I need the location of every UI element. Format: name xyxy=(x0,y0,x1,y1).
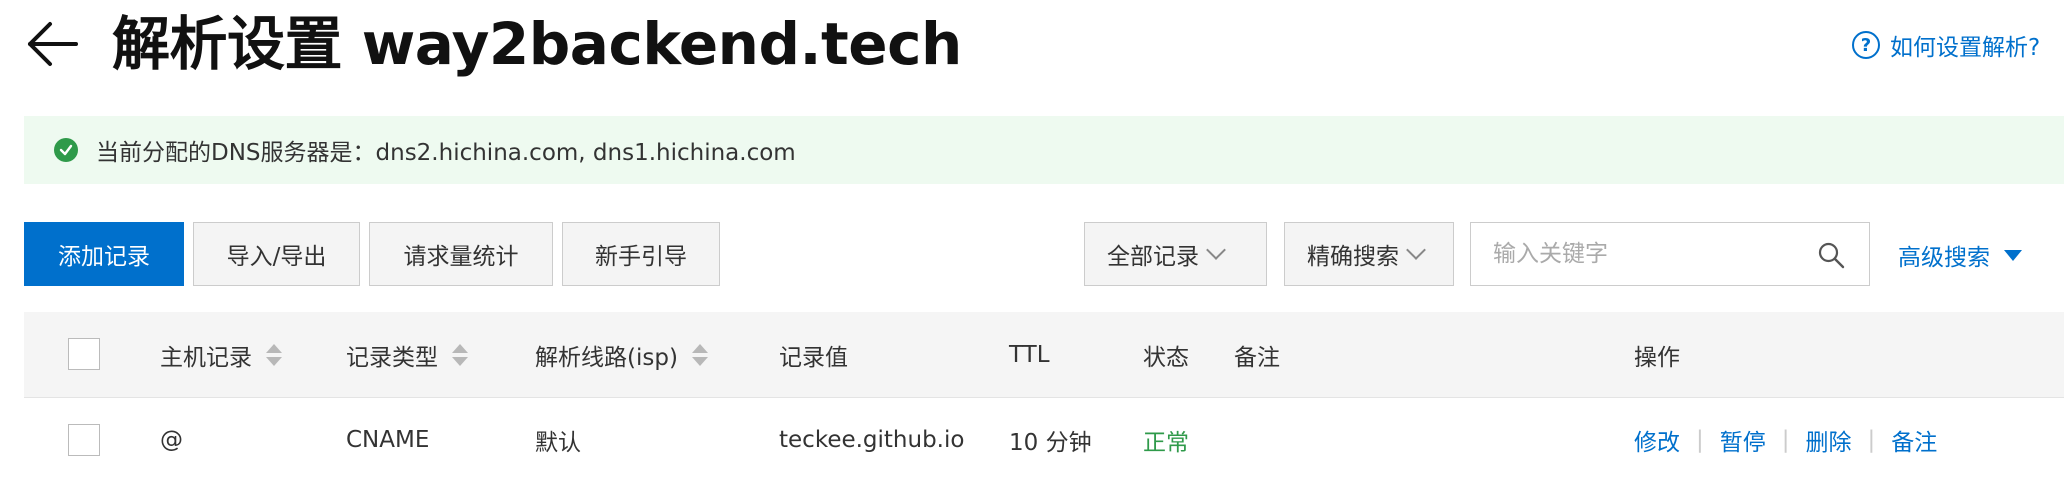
chevron-down-icon xyxy=(1406,240,1426,260)
edit-link[interactable]: 修改 xyxy=(1634,423,1680,457)
cell-host: @ xyxy=(160,427,183,453)
column-value: 记录值 xyxy=(779,345,848,371)
remark-link[interactable]: 备注 xyxy=(1891,423,1937,457)
sort-icon[interactable] xyxy=(266,344,282,366)
cell-ttl: 10 分钟 xyxy=(1009,430,1092,456)
search-icon[interactable] xyxy=(1817,241,1845,269)
advanced-search-toggle[interactable]: 高级搜索 xyxy=(1898,238,2022,272)
request-stats-button[interactable]: 请求量统计 xyxy=(369,222,553,286)
column-actions: 操作 xyxy=(1634,345,1680,371)
column-host-label: 主机记录 xyxy=(160,345,252,371)
keyword-search-input[interactable] xyxy=(1471,241,1791,267)
cell-actions: 修改 | 暂停 | 删除 | 备注 xyxy=(1634,398,1937,482)
chevron-down-icon xyxy=(1206,240,1226,260)
advanced-search-label: 高级搜索 xyxy=(1898,245,1990,271)
check-circle-icon xyxy=(54,138,78,162)
dns-notice-banner: 当前分配的DNS服务器是：dns2.hichina.com, dns1.hich… xyxy=(24,116,2064,184)
table-header: 主机记录 记录类型 解析线路(isp) 记录值 TTL 状态 备注 操作 xyxy=(24,312,2064,398)
dns-notice-text: 当前分配的DNS服务器是：dns2.hichina.com, dns1.hich… xyxy=(96,140,796,166)
help-icon: ? xyxy=(1852,31,1880,59)
back-arrow-icon[interactable] xyxy=(22,14,82,74)
cell-status: 正常 xyxy=(1143,430,1189,456)
cell-line: 默认 xyxy=(535,430,581,456)
cell-value: teckee.github.io xyxy=(779,427,965,453)
divider: | xyxy=(1867,427,1876,453)
column-remark: 备注 xyxy=(1234,345,1280,371)
search-mode-value: 精确搜索 xyxy=(1307,244,1399,270)
column-status: 状态 xyxy=(1143,345,1189,371)
select-all-checkbox[interactable] xyxy=(68,338,100,370)
keyword-search-box xyxy=(1470,222,1870,286)
page-title: 解析设置 way2backend.tech xyxy=(112,10,962,78)
search-mode-select[interactable]: 精确搜索 xyxy=(1284,222,1454,286)
help-link-label: 如何设置解析? xyxy=(1890,35,2041,61)
table-row: @ CNAME 默认 teckee.github.io 10 分钟 正常 修改 … xyxy=(24,398,2064,482)
sort-icon[interactable] xyxy=(452,344,468,366)
add-record-button[interactable]: 添加记录 xyxy=(24,222,184,286)
record-filter-value: 全部记录 xyxy=(1107,244,1199,270)
beginner-guide-button[interactable]: 新手引导 xyxy=(562,222,720,286)
help-link[interactable]: ? 如何设置解析? xyxy=(1852,28,2040,62)
column-line[interactable]: 解析线路(isp) xyxy=(535,312,708,398)
column-type-label: 记录类型 xyxy=(346,345,438,371)
column-ttl: TTL xyxy=(1009,342,1050,368)
cell-type: CNAME xyxy=(346,427,430,453)
sort-icon[interactable] xyxy=(691,344,708,366)
column-line-label: 解析线路(isp) xyxy=(535,345,678,371)
divider: | xyxy=(1781,427,1790,453)
delete-link[interactable]: 删除 xyxy=(1806,423,1852,457)
caret-down-icon xyxy=(2004,249,2022,261)
record-filter-select[interactable]: 全部记录 xyxy=(1084,222,1267,286)
column-host[interactable]: 主机记录 xyxy=(160,312,282,398)
pause-link[interactable]: 暂停 xyxy=(1720,423,1766,457)
row-checkbox[interactable] xyxy=(68,424,100,456)
import-export-button[interactable]: 导入/导出 xyxy=(193,222,360,286)
divider: | xyxy=(1696,427,1704,453)
column-type[interactable]: 记录类型 xyxy=(346,312,468,398)
